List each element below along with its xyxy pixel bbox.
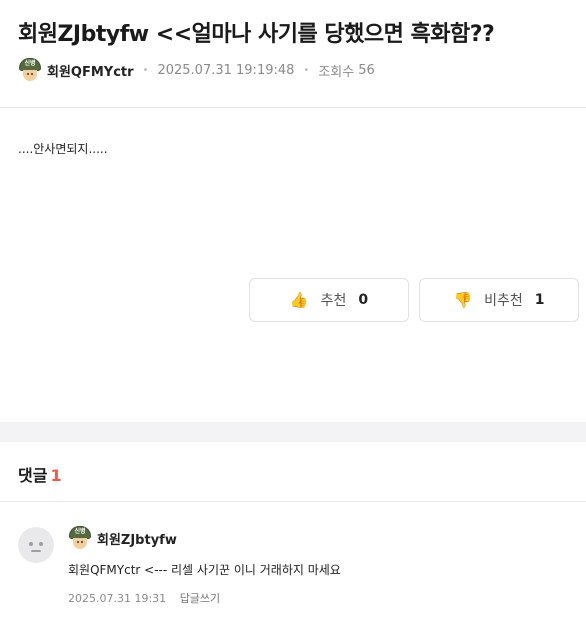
downvote-label: 비추천: [484, 293, 523, 309]
thumbs-up-icon: 👍: [289, 291, 309, 309]
comments-count: 1: [50, 466, 62, 485]
commenter-avatar[interactable]: [18, 527, 54, 563]
upvote-button[interactable]: 👍 추천 0: [249, 278, 409, 322]
downvote-count: 1: [534, 292, 545, 308]
rank-badge-icon: 신병: [68, 526, 92, 550]
upvote-label: 추천: [320, 293, 347, 309]
comment-author[interactable]: 신병 회원ZJbtyfw: [68, 526, 177, 550]
upvote-count: 0: [358, 292, 369, 308]
post-body: ....안사면되지.....: [18, 142, 108, 156]
comments-header: 댓글 1: [18, 462, 62, 486]
comment-author-name: 회원ZJbtyfw: [97, 532, 177, 548]
downvote-button[interactable]: 👎 비추천 1: [419, 278, 579, 322]
thumbs-down-icon: 👎: [453, 291, 473, 309]
views-count: 56: [358, 62, 375, 78]
comments-label: 댓글: [18, 466, 48, 485]
meta-separator: •: [303, 64, 310, 76]
comment-footer: 2025.07.31 19:31 답글쓰기: [68, 590, 220, 606]
comment-datetime: 2025.07.31 19:31: [68, 592, 167, 605]
section-separator: [0, 422, 586, 442]
meta-separator: •: [142, 64, 149, 76]
reply-button[interactable]: 답글쓰기: [180, 592, 220, 605]
post-title: 회원ZJbtyfw <<얼마나 사기를 당했으면 흑화함??: [18, 22, 495, 47]
header-divider: [0, 107, 586, 108]
post-author[interactable]: 회원QFMYctr: [47, 61, 134, 80]
comment-text: 회원QFMYctr <--- 리셀 사기꾼 이니 거래하지 마세요: [68, 563, 341, 577]
views-label: 조회수: [318, 64, 355, 80]
post-datetime: 2025.07.31 19:19:48: [157, 62, 295, 78]
post-meta: 신병 회원QFMYctr • 2025.07.31 19:19:48 • 조회수…: [18, 58, 375, 82]
rank-badge-icon: 신병: [18, 58, 42, 82]
comments-divider: [0, 501, 586, 502]
